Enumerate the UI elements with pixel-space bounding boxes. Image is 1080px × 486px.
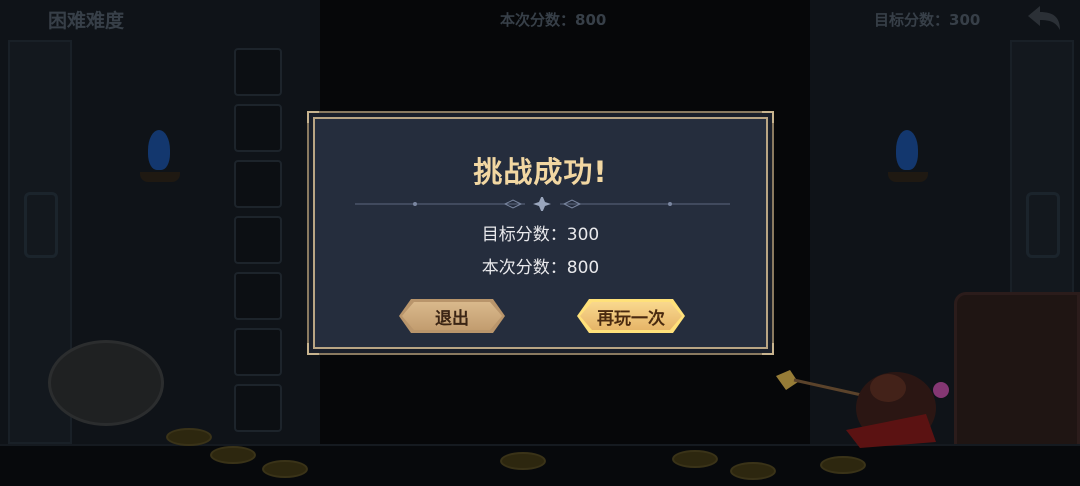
replay-button-label: 再玩一次 bbox=[597, 308, 665, 329]
exit-button[interactable]: 退出 bbox=[399, 299, 505, 333]
dialog-title: 挑战成功! bbox=[473, 155, 608, 189]
target-score-text: 目标分数：300 bbox=[481, 225, 600, 245]
shuriken-icon bbox=[533, 197, 551, 211]
replay-button[interactable]: 再玩一次 bbox=[577, 299, 685, 333]
exit-button-label: 退出 bbox=[435, 308, 469, 329]
result-dialog: 挑战成功! 目标分数：300 本次分数：800 退出 再玩一次 bbox=[307, 111, 774, 355]
ornament-divider bbox=[355, 197, 730, 211]
current-score-text: 本次分数：800 bbox=[481, 258, 600, 278]
